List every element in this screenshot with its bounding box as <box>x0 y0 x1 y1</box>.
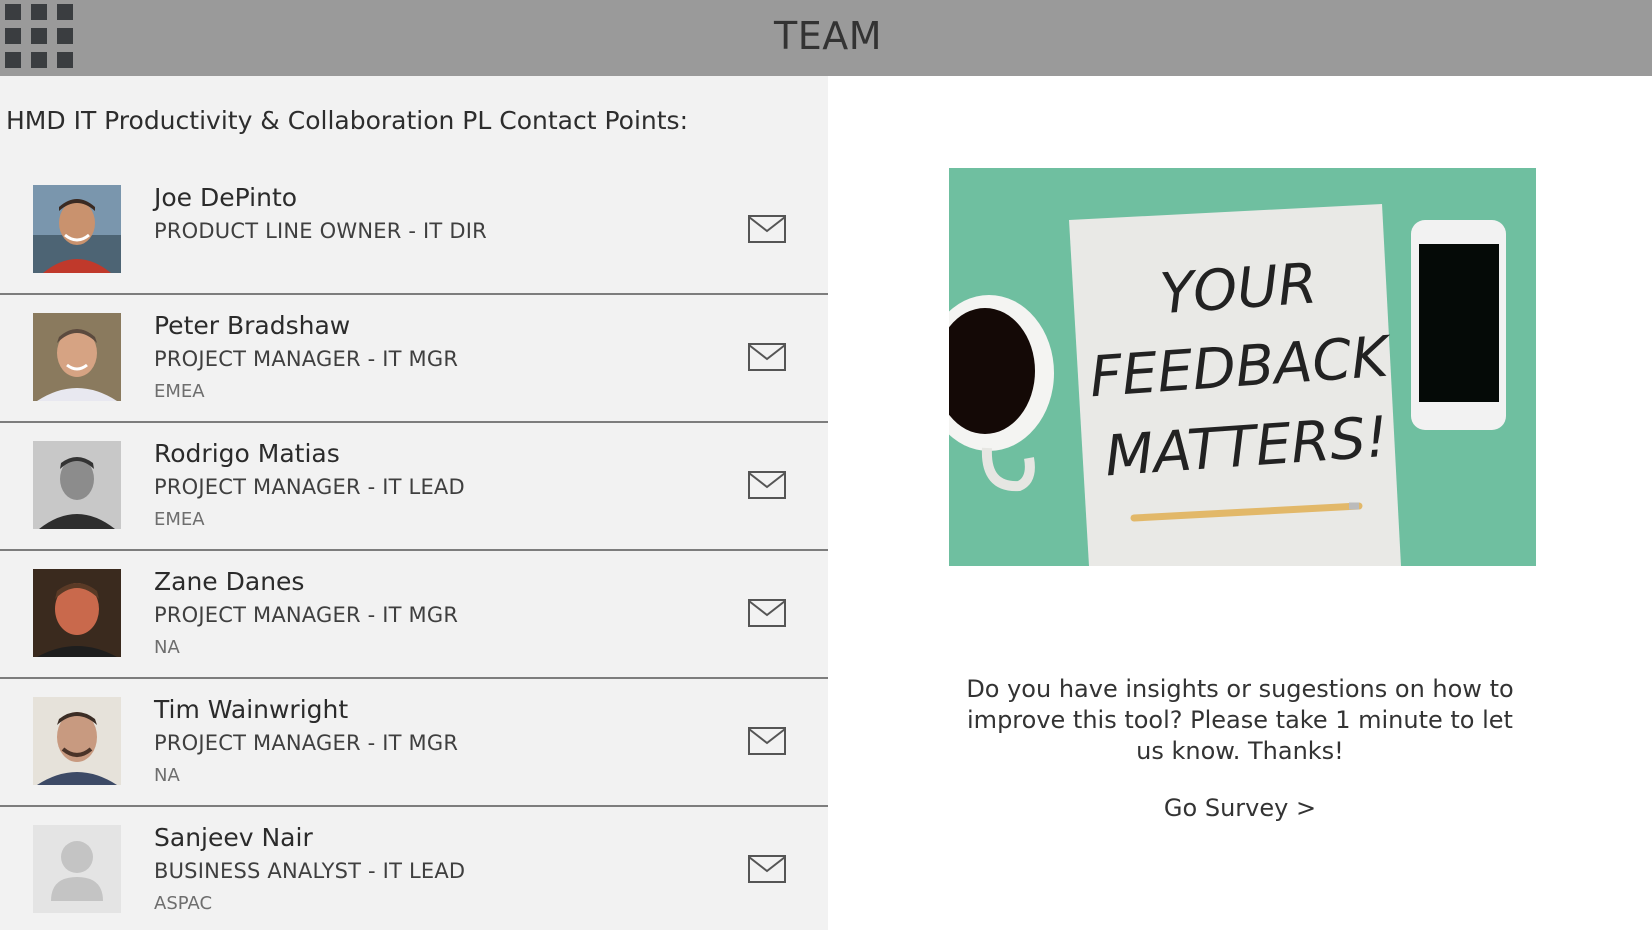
avatar-placeholder-icon <box>33 825 121 913</box>
mail-icon[interactable] <box>748 215 786 243</box>
contact-name: Sanjeev Nair <box>154 823 313 852</box>
contact-row: Peter Bradshaw PROJECT MANAGER - IT MGR … <box>0 295 828 423</box>
mail-icon[interactable] <box>748 343 786 371</box>
contact-role: PROJECT MANAGER - IT MGR <box>154 731 459 755</box>
contact-row: Rodrigo Matias PROJECT MANAGER - IT LEAD… <box>0 423 828 551</box>
contact-role: PROJECT MANAGER - IT MGR <box>154 347 459 371</box>
contact-name: Tim Wainwright <box>154 695 349 724</box>
go-survey-link[interactable]: Go Survey > <box>1130 794 1350 822</box>
contact-region: EMEA <box>154 509 205 530</box>
contact-name: Rodrigo Matias <box>154 439 340 468</box>
contact-role: PROJECT MANAGER - IT LEAD <box>154 475 465 499</box>
avatar <box>33 185 121 273</box>
contact-row: Joe DePinto PRODUCT LINE OWNER - IT DIR <box>0 167 828 295</box>
contact-row: Zane Danes PROJECT MANAGER - IT MGR NA <box>0 551 828 679</box>
feedback-image: YOUR FEEDBACK MATTERS! <box>949 168 1536 566</box>
section-title: HMD IT Productivity & Collaboration PL C… <box>6 106 688 135</box>
contact-region: NA <box>154 765 180 786</box>
avatar <box>33 569 121 657</box>
contact-role: BUSINESS ANALYST - IT LEAD <box>154 859 466 883</box>
avatar <box>33 697 121 785</box>
contact-name: Zane Danes <box>154 567 305 596</box>
contact-row: Tim Wainwright PROJECT MANAGER - IT MGR … <box>0 679 828 807</box>
contact-name: Peter Bradshaw <box>154 311 351 340</box>
feedback-image-line: YOUR <box>1158 251 1319 327</box>
avatar <box>33 313 121 401</box>
mail-icon[interactable] <box>748 727 786 755</box>
survey-description: Do you have insights or sugestions on ho… <box>966 675 1514 765</box>
mail-icon[interactable] <box>748 471 786 499</box>
contact-row: Sanjeev Nair BUSINESS ANALYST - IT LEAD … <box>0 807 828 935</box>
contacts-panel: HMD IT Productivity & Collaboration PL C… <box>0 76 828 930</box>
contact-role: PROJECT MANAGER - IT MGR <box>154 603 459 627</box>
page-title: TEAM <box>773 14 882 58</box>
contact-region: EMEA <box>154 381 205 402</box>
contact-region: ASPAC <box>154 893 213 914</box>
mail-icon[interactable] <box>748 599 786 627</box>
mail-icon[interactable] <box>748 855 786 883</box>
header-bar: TEAM <box>0 0 1652 76</box>
avatar <box>33 441 121 529</box>
contact-region: NA <box>154 637 180 658</box>
contact-name: Joe DePinto <box>154 183 298 212</box>
contact-role: PRODUCT LINE OWNER - IT DIR <box>154 219 487 243</box>
